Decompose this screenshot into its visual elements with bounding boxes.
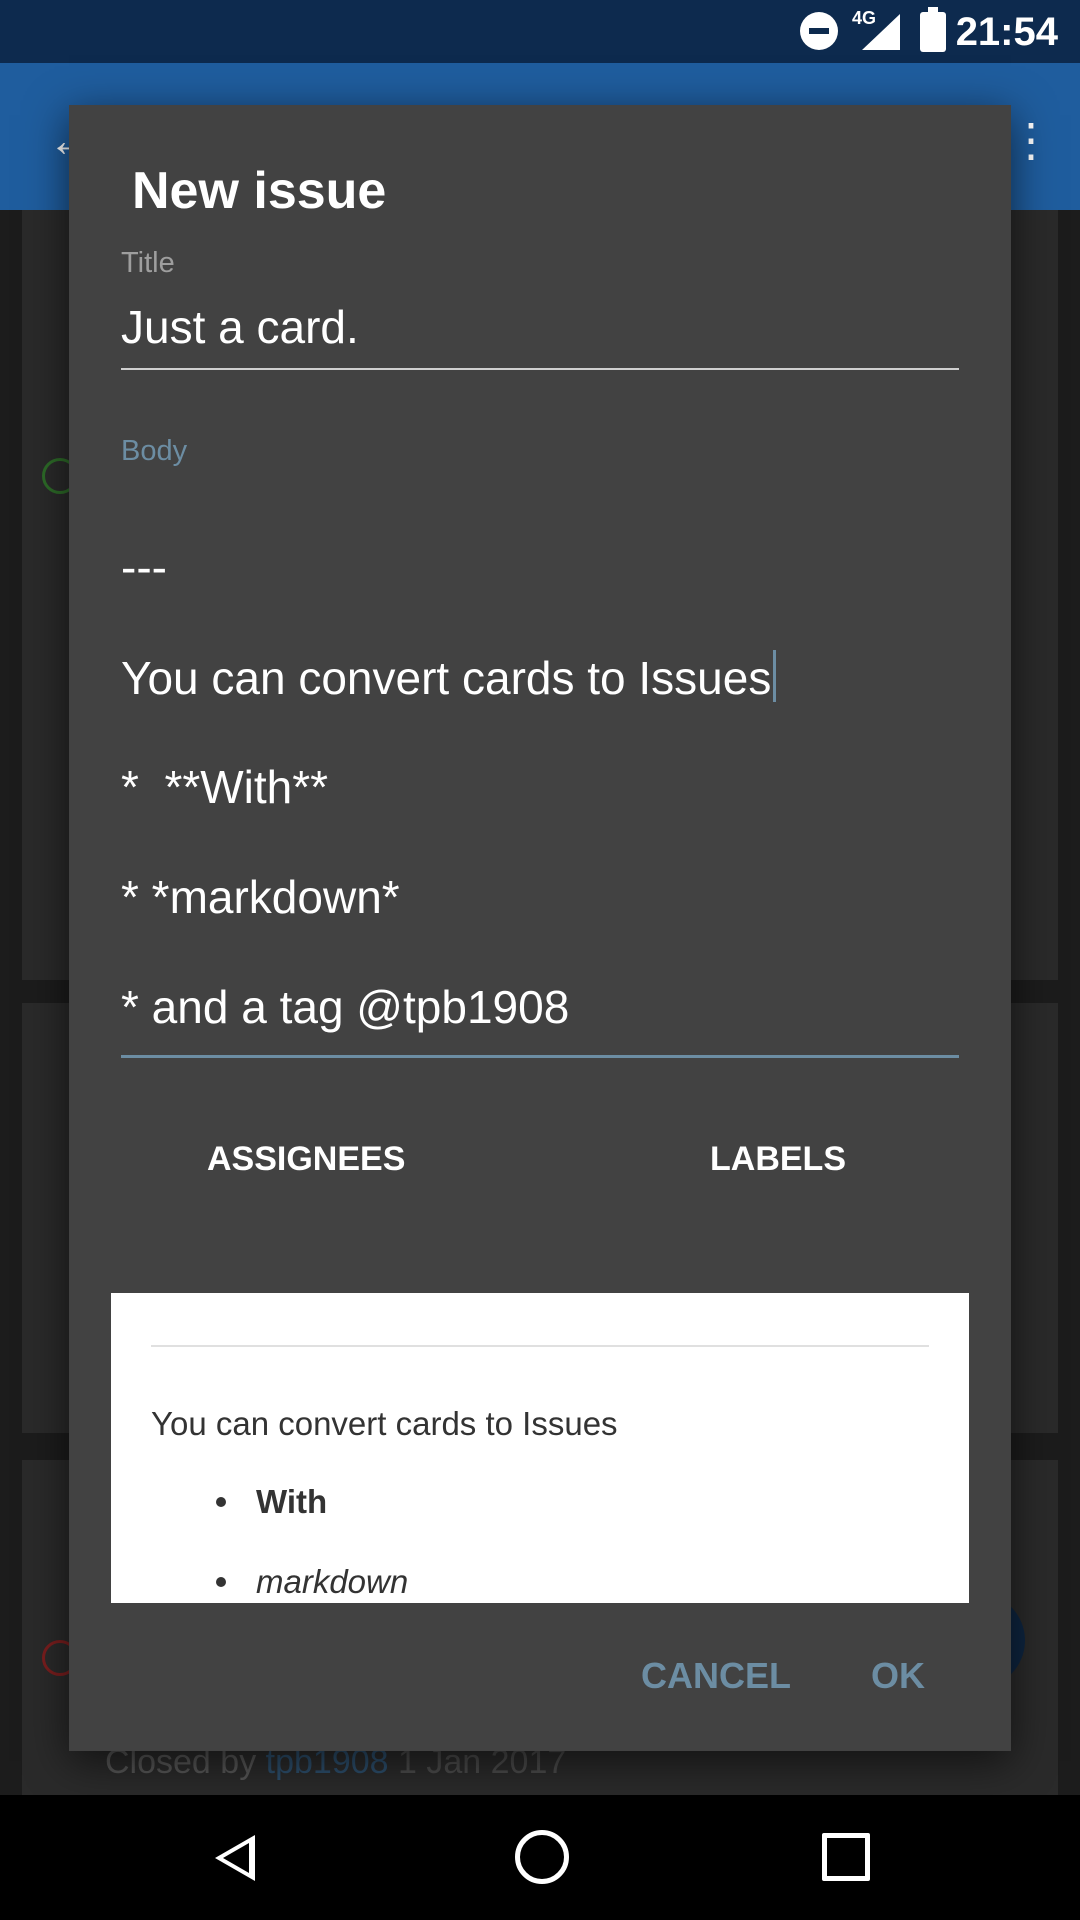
status-bar: 4G 21:54 [0,0,1080,63]
do-not-disturb-icon [800,12,838,50]
preview-horizontal-rule [151,1345,929,1347]
title-input[interactable]: Just a card. [121,300,959,370]
body-line: You can convert cards to Issues [121,650,777,705]
body-input[interactable]: --- You can convert cards to Issues * **… [121,540,959,1058]
nav-home-icon[interactable] [515,1830,569,1884]
body-line: * *markdown* [121,871,400,923]
nav-recents-icon[interactable] [822,1833,870,1881]
overflow-menu-icon[interactable]: ⋮ [1008,113,1054,167]
battery-icon [920,7,946,52]
assignees-button[interactable]: ASSIGNEES [207,1140,405,1179]
signal-icon [862,14,900,50]
preview-paragraph: You can convert cards to Issues [151,1405,618,1442]
status-clock: 21:54 [955,10,1058,54]
markdown-preview: You can convert cards to Issues With mar… [111,1293,969,1603]
navigation-bar [0,1795,1080,1920]
text-cursor [773,650,777,702]
body-line: * **With** [121,761,329,813]
ok-button[interactable]: OK [871,1655,925,1697]
bullet-icon [216,1497,226,1507]
dialog-title: New issue [132,162,387,220]
new-issue-dialog: New issue Title Just a card. Body --- Yo… [69,105,1011,1751]
cancel-button[interactable]: CANCEL [641,1655,791,1697]
bullet-icon [216,1577,226,1587]
body-line: * and a tag @tpb1908 [121,981,570,1033]
preview-list-item: With [111,1483,969,1563]
preview-list: With markdown [111,1483,969,1603]
body-line: --- [121,541,167,593]
title-field-label: Title [121,247,175,279]
nav-back-icon[interactable] [215,1835,255,1881]
preview-list-item: markdown [111,1563,969,1603]
labels-button[interactable]: LABELS [710,1140,846,1179]
body-field-label: Body [121,435,188,467]
